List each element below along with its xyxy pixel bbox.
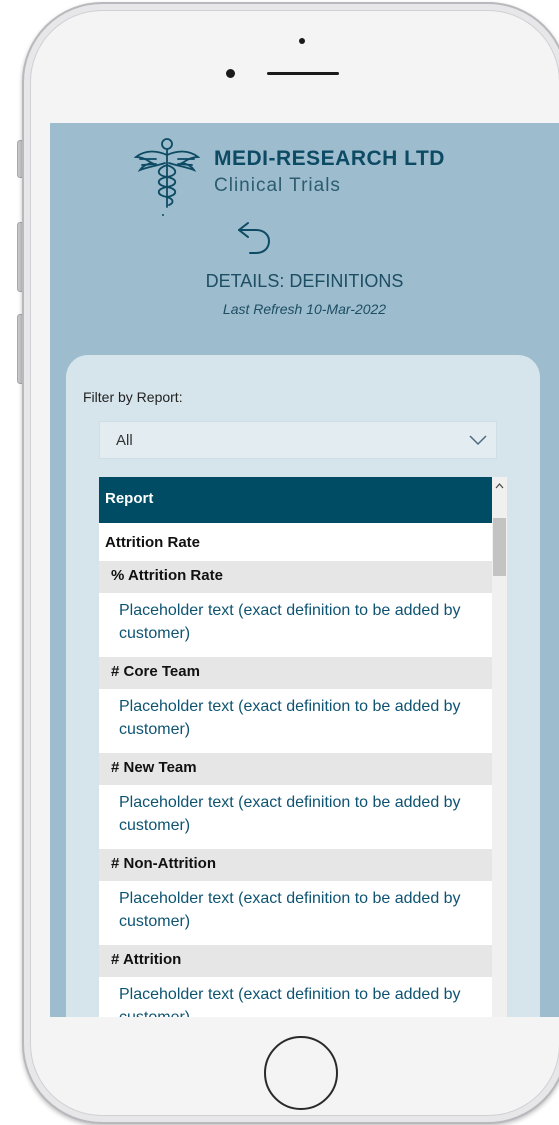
company-subtitle: Clinical Trials	[214, 175, 341, 196]
last-refresh-text: Last Refresh 10-Mar-2022	[222, 301, 387, 317]
table-row-measure: % Attrition Rate	[99, 561, 492, 593]
proximity-sensor	[299, 38, 305, 44]
brand-header: MEDI-RESEARCH LTD Clinical Trials	[134, 137, 494, 217]
table-group-row: Attrition Rate	[99, 523, 492, 561]
app-screen: MEDI-RESEARCH LTD Clinical Trials DETAIL…	[50, 123, 559, 1017]
table-row-measure: # Non-Attrition	[99, 849, 492, 881]
dropdown-selected-value: All	[116, 432, 133, 449]
scrollbar-thumb[interactable]	[493, 518, 506, 576]
page-title: DETAILS: DEFINITIONS	[205, 271, 404, 291]
front-camera	[226, 69, 235, 78]
table-row-measure: # Core Team	[99, 657, 492, 689]
table-row-definition: Placeholder text (exact definition to be…	[99, 593, 492, 657]
table-row-definition: Placeholder text (exact definition to be…	[99, 785, 492, 849]
caduceus-icon	[134, 138, 200, 216]
table-row-definition: Placeholder text (exact definition to be…	[99, 977, 492, 1017]
table-header-report: Report	[99, 477, 492, 523]
chevron-up-icon[interactable]	[492, 477, 507, 495]
back-arrow-icon[interactable]	[234, 217, 274, 257]
earpiece-speaker	[267, 72, 339, 75]
table-row-measure: # Attrition	[99, 945, 492, 977]
definitions-table: Report Attrition Rate % Attrition Rate Pl…	[99, 477, 507, 1017]
filter-label: Filter by Report:	[83, 389, 183, 405]
table-row-definition: Placeholder text (exact definition to be…	[99, 881, 492, 945]
chevron-down-icon	[469, 435, 487, 446]
table-row-definition: Placeholder text (exact definition to be…	[99, 689, 492, 753]
table-body: Attrition Rate % Attrition Rate Placehold…	[99, 523, 492, 1017]
home-button[interactable]	[264, 1036, 338, 1110]
company-name: MEDI-RESEARCH LTD	[214, 147, 445, 170]
table-row-measure: # New Team	[99, 753, 492, 785]
table-scrollbar[interactable]	[492, 477, 507, 1017]
report-filter-dropdown[interactable]: All	[99, 421, 497, 459]
